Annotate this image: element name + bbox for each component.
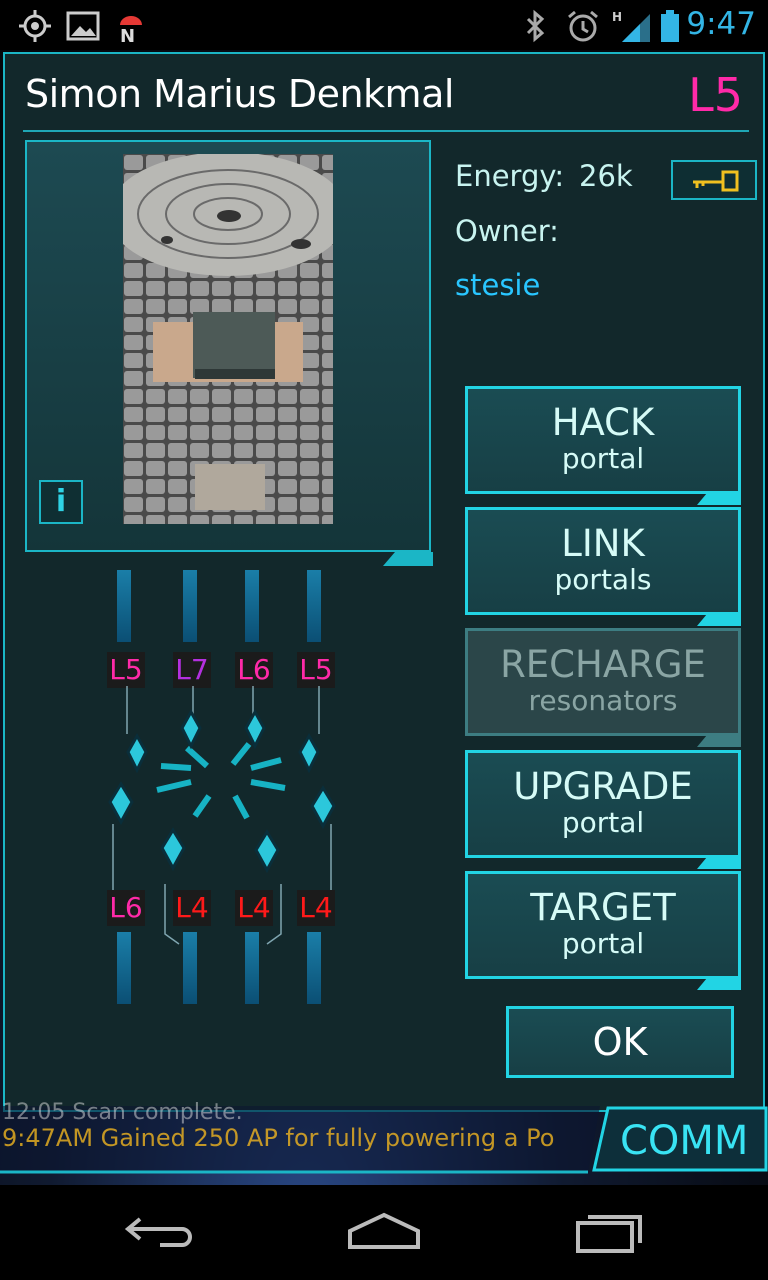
upgrade-button-label: UPGRADE	[513, 765, 693, 808]
owner-name[interactable]: stesie	[455, 268, 540, 302]
resonator-level-1: L5	[107, 652, 145, 688]
link-button-label: LINK	[561, 522, 645, 565]
resonator-energy-bar-e	[307, 570, 321, 642]
energy-label: Energy:	[455, 159, 565, 193]
portal-image-frame: i	[25, 140, 431, 552]
android-nav-bar	[0, 1185, 768, 1280]
resonator-energy-bar-w	[117, 932, 131, 1004]
portal-key-button[interactable]	[671, 160, 757, 200]
target-portal-button[interactable]: TARGET portal	[465, 871, 741, 990]
comm-message-2: 9:47AM Gained 250 AP for fully powering …	[2, 1124, 555, 1152]
upgrade-button-sublabel: portal	[561, 806, 645, 839]
button-corner-tab	[697, 614, 741, 626]
bluetooth-icon	[526, 9, 545, 43]
info-button[interactable]: i	[39, 480, 83, 524]
svg-text:N: N	[120, 26, 135, 43]
resonator-level-7: L4	[235, 890, 273, 926]
link-portals-button[interactable]: LINK portals	[465, 507, 741, 626]
alarm-icon	[568, 10, 598, 42]
link-button-sublabel: portals	[554, 563, 652, 596]
resonator-energy-bar-ne	[183, 570, 197, 642]
resonator-energy-bar-nw	[245, 570, 259, 642]
svg-text:H: H	[612, 10, 622, 24]
recharge-button-sublabel: resonators	[528, 684, 678, 717]
battery-icon	[661, 10, 679, 42]
comm-ticker[interactable]: 12:05 Scan complete. 9:47AM Gained 250 A…	[2, 1100, 555, 1153]
button-corner-tab	[697, 735, 741, 747]
home-icon[interactable]	[344, 1205, 424, 1255]
portal-level-badge: L5	[688, 68, 743, 122]
key-icon	[693, 170, 739, 192]
resonator-level-6: L4	[173, 890, 211, 926]
status-bar: N H 9:47	[0, 0, 768, 50]
energy-value: 26k	[579, 159, 633, 193]
resonator-level-4: L5	[297, 652, 335, 688]
portal-photo[interactable]	[123, 154, 333, 524]
comm-message-1: 12:05 Scan complete.	[2, 1100, 243, 1125]
image-notification-icon	[66, 11, 100, 41]
owner-label: Owner:	[455, 214, 559, 248]
button-corner-tab	[697, 493, 741, 505]
resonator-energy-bar-n	[117, 570, 131, 642]
button-corner-tab	[697, 857, 741, 869]
comm-label: COMM	[620, 1118, 749, 1164]
button-corner-tab	[697, 978, 741, 990]
target-button-sublabel: portal	[561, 927, 645, 960]
android-n-icon: N	[120, 16, 142, 43]
resonator-level-2: L7	[173, 652, 211, 688]
recharge-button-label: RECHARGE	[500, 643, 706, 686]
hack-button-sublabel: portal	[561, 442, 645, 475]
clock: 9:47	[686, 6, 756, 42]
resonator-energy-bar-sw	[183, 932, 197, 1004]
portal-title: Simon Marius Denkmal	[25, 72, 454, 116]
frame-corner-tab	[383, 552, 433, 566]
resonator-level-5: L6	[107, 890, 145, 926]
signal-h-icon: H	[612, 10, 650, 42]
upgrade-portal-button[interactable]: UPGRADE portal	[465, 750, 741, 869]
resonator-energy-bar-s	[307, 932, 321, 1004]
title-divider	[23, 130, 749, 132]
back-icon[interactable]	[120, 1205, 200, 1255]
ok-button[interactable]: OK	[506, 1006, 734, 1078]
resonator-level-3: L6	[235, 652, 273, 688]
resonator-energy-bar-se	[245, 932, 259, 1004]
gps-icon	[19, 10, 51, 42]
hack-button-label: HACK	[551, 401, 655, 444]
hack-portal-button[interactable]: HACK portal	[465, 386, 741, 505]
resonator-level-8: L4	[297, 890, 335, 926]
target-button-label: TARGET	[530, 886, 676, 929]
recent-apps-icon[interactable]	[570, 1205, 650, 1255]
recharge-resonators-button[interactable]: RECHARGE resonators	[465, 628, 741, 747]
portal-details-dialog: Simon Marius Denkmal L5 i Energy: 26k Ow…	[3, 52, 765, 1112]
